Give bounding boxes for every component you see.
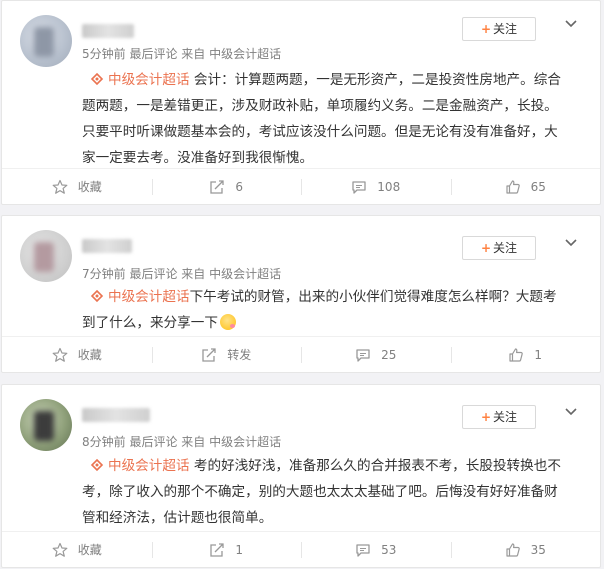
follow-label: 关注 (493, 22, 518, 36)
star-icon (52, 179, 68, 194)
avatar[interactable] (20, 15, 72, 67)
text-line: 管和经济法，估计题也很简单。 (82, 510, 273, 526)
repost-button[interactable]: 转发 (151, 337, 302, 372)
diamond-topic-icon (90, 72, 104, 86)
comment-button[interactable]: 53 (301, 532, 451, 567)
comment-count: 53 (381, 542, 397, 557)
text-line: 只要平时听课做题基本会的，考试应该没什么问题。但是无论有没有准备好，大 (82, 124, 558, 140)
follow-label: 关注 (493, 410, 518, 424)
repost-icon (210, 542, 225, 557)
diamond-topic-icon (90, 458, 104, 472)
favorite-button[interactable]: 收藏 (2, 532, 152, 567)
follow-button[interactable]: + 关注 (462, 236, 536, 260)
post-meta: 5分钟前 最后评论 来自 中级会计超话 (82, 47, 282, 61)
like-count: 35 (530, 542, 546, 557)
text-line: 会计：计算题两题，一是无形资产，二是投资性房地产。综合 (193, 72, 561, 88)
repost-count: 6 (235, 179, 244, 194)
post-text: 中级会计超话 会计：计算题两题，一是无形资产，二是投资性房地产。综合 题两题，一… (82, 67, 578, 171)
avatar[interactable] (20, 230, 72, 282)
topic-link[interactable]: 中级会计超话 (108, 458, 190, 474)
text-line: 题两题，一是差错更正，涉及财政补贴，单项履约义务。二是金融资产，长投。 (82, 98, 558, 114)
favorite-label: 收藏 (77, 180, 102, 194)
text-line: 到了什么，来分享一下 (82, 315, 218, 331)
avatar[interactable] (20, 399, 72, 451)
thumbs-up-icon (509, 347, 524, 362)
post-card: 7分钟前 最后评论 来自 中级会计超话 + 关注 中级会计超话下午考试的财管，出来… (1, 215, 601, 373)
text-line: 下午考试的财管，出来的小伙伴们觉得难度怎么样啊？大题考 (189, 289, 557, 305)
username-redacted[interactable] (82, 24, 134, 38)
favorite-button[interactable]: 收藏 (2, 337, 152, 372)
favorite-label: 收藏 (77, 348, 102, 362)
follow-button[interactable]: + 关注 (462, 17, 536, 41)
repost-label: 转发 (227, 348, 252, 362)
favorite-label: 收藏 (77, 543, 102, 557)
post-meta: 7分钟前 最后评论 来自 中级会计超话 (82, 267, 282, 281)
post-text: 中级会计超话 考的好浅好浅，准备那么久的合并报表不考，长股投转换也不 考，除了收… (82, 453, 578, 531)
diamond-topic-icon (90, 289, 104, 303)
like-count: 1 (534, 347, 543, 362)
comment-icon (356, 348, 370, 362)
repost-button[interactable]: 1 (151, 532, 302, 567)
follow-button[interactable]: + 关注 (462, 405, 536, 429)
thumbs-up-icon (506, 179, 520, 194)
like-button[interactable]: 65 (450, 169, 601, 204)
post-card: 8分钟前 最后评论 来自 中级会计超话 + 关注 中级会计超话 考的好浅好浅，准备… (1, 384, 601, 568)
post-meta: 8分钟前 最后评论 来自 中级会计超话 (82, 435, 282, 449)
follow-label: 关注 (493, 241, 518, 255)
action-bar: 收藏 6 108 65 (2, 168, 600, 204)
repost-count: 1 (235, 542, 244, 557)
username-redacted[interactable] (82, 239, 132, 253)
thumbs-up-icon (506, 542, 520, 557)
chevron-down-icon[interactable] (564, 238, 578, 248)
repost-icon (202, 347, 216, 362)
comment-icon (352, 180, 366, 194)
favorite-button[interactable]: 收藏 (2, 169, 152, 204)
comment-button[interactable]: 108 (301, 169, 451, 204)
chevron-down-icon[interactable] (564, 19, 578, 29)
post-card: 5分钟前 最后评论 来自 中级会计超话 + 关注 中级会计超话 会计：计算题两题，… (1, 0, 601, 205)
comment-button[interactable]: 25 (301, 337, 451, 372)
text-line: 考的好浅好浅，准备那么久的合并报表不考，长股投转换也不 (193, 458, 561, 474)
blush-emoji-icon (219, 314, 236, 330)
topic-link[interactable]: 中级会计超话 (108, 289, 190, 305)
comment-count: 25 (381, 347, 397, 362)
comment-icon (356, 543, 370, 557)
like-button[interactable]: 35 (450, 532, 601, 567)
text-line: 考，除了收入的那个不确定，别的大题也太太太基础了吧。后悔没有好好准备财 (82, 484, 558, 500)
action-bar: 收藏 1 53 35 (2, 531, 600, 567)
star-icon (52, 347, 68, 362)
post-text: 中级会计超话下午考试的财管，出来的小伙伴们觉得难度怎么样啊？大题考 到了什么，来… (82, 284, 578, 336)
action-bar: 收藏 转发 25 1 (2, 336, 600, 372)
like-button[interactable]: 1 (450, 337, 601, 372)
text-line: 家一定要去考。没准备好到我很惭愧。 (82, 150, 314, 166)
repost-button[interactable]: 6 (151, 169, 302, 204)
comment-count: 108 (377, 179, 401, 194)
username-redacted[interactable] (82, 408, 150, 422)
star-icon (52, 542, 68, 557)
repost-icon (210, 179, 225, 194)
like-count: 65 (530, 179, 546, 194)
chevron-down-icon[interactable] (564, 407, 578, 417)
topic-link[interactable]: 中级会计超话 (108, 72, 190, 88)
